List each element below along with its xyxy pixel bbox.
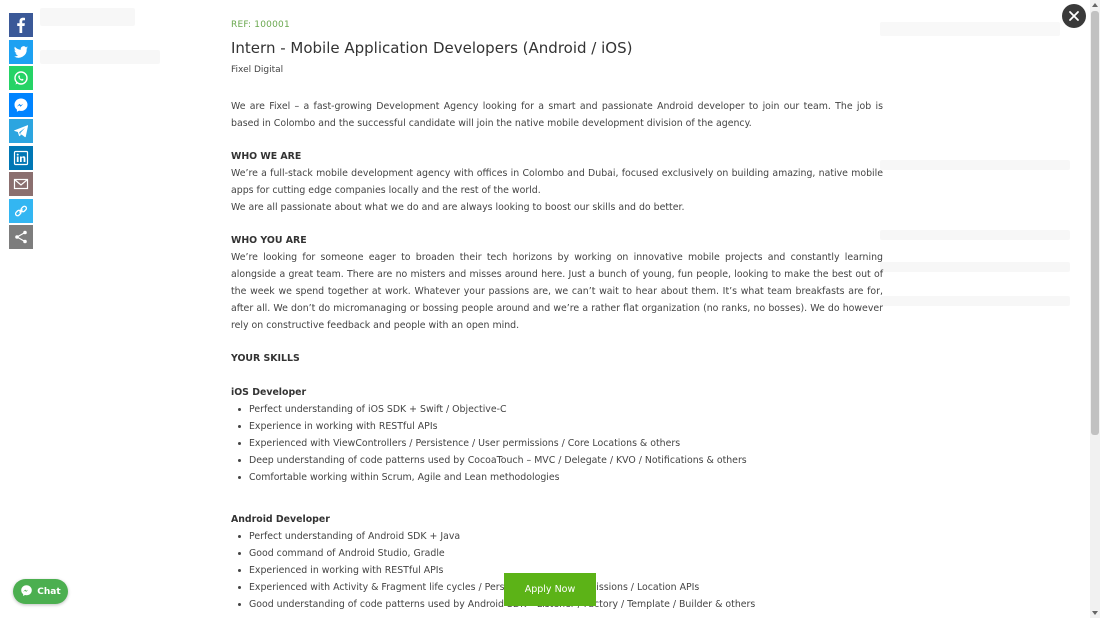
scroll-thumb[interactable]: [1091, 11, 1099, 435]
telegram-share-button[interactable]: [9, 119, 33, 143]
scroll-down-arrow[interactable]: [1092, 611, 1098, 615]
close-button[interactable]: [1062, 4, 1086, 28]
page-scrollbar[interactable]: [1090, 0, 1100, 618]
list-item: Experience in working with RESTful APIs: [238, 418, 883, 435]
list-item: Good command of Android Studio, Gradle: [238, 545, 883, 562]
telegram-icon: [13, 123, 29, 139]
ios-heading: iOS Developer: [231, 387, 307, 398]
share-icon: [13, 229, 29, 245]
linkedin-share-button[interactable]: [9, 145, 33, 170]
messenger-icon: [13, 97, 29, 113]
company-name: Fixel Digital: [231, 65, 284, 75]
who-we-are-paragraph: We’re a full-stack mobile development ag…: [231, 168, 883, 196]
share-rail: [9, 13, 33, 249]
job-description: REF: 100001 Intern - Mobile Application …: [231, 18, 883, 613]
whatsapp-icon: [13, 70, 29, 86]
job-title: Intern - Mobile Application Developers (…: [231, 39, 633, 57]
list-item: Experienced with ViewControllers / Persi…: [238, 435, 883, 452]
chat-label: Chat: [37, 586, 61, 597]
ios-skills-list: Perfect understanding of iOS SDK + Swift…: [231, 401, 883, 486]
job-reference: REF: 100001: [231, 20, 290, 30]
facebook-icon: [13, 17, 29, 33]
more-share-button[interactable]: [9, 225, 33, 249]
apply-now-button[interactable]: Apply Now: [504, 573, 596, 606]
copy-link-button[interactable]: [9, 198, 33, 223]
close-icon: [1068, 7, 1080, 26]
chat-button[interactable]: Chat: [13, 579, 68, 604]
list-item: Comfortable working within Scrum, Agile …: [238, 469, 883, 486]
twitter-share-button[interactable]: [9, 39, 33, 64]
who-we-are-heading: WHO WE ARE: [231, 151, 302, 162]
link-icon: [13, 203, 29, 219]
messenger-icon: [20, 584, 33, 600]
linkedin-icon: [13, 150, 29, 166]
android-heading: Android Developer: [231, 514, 330, 525]
scroll-up-arrow[interactable]: [1092, 3, 1098, 7]
who-you-are-paragraph: We’re looking for someone eager to broad…: [231, 252, 883, 331]
who-you-are-heading: WHO YOU ARE: [231, 235, 307, 246]
email-share-button[interactable]: [9, 172, 33, 196]
facebook-share-button[interactable]: [9, 13, 33, 37]
list-item: Perfect understanding of iOS SDK + Swift…: [238, 401, 883, 418]
job-intro: We are Fixel – a fast-growing Developmen…: [231, 101, 883, 129]
email-icon: [13, 176, 29, 192]
who-we-are-paragraph-2: We are all passionate about what we do a…: [231, 202, 685, 213]
messenger-share-button[interactable]: [9, 92, 33, 117]
twitter-icon: [13, 44, 29, 60]
your-skills-heading: YOUR SKILLS: [231, 353, 300, 364]
whatsapp-share-button[interactable]: [9, 66, 33, 90]
job-modal-page: REF: 100001 Intern - Mobile Application …: [0, 0, 1100, 618]
list-item: Perfect understanding of Android SDK + J…: [238, 528, 883, 545]
list-item: Deep understanding of code patterns used…: [238, 452, 883, 469]
